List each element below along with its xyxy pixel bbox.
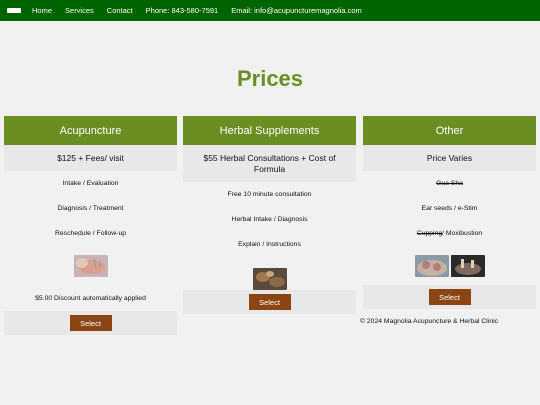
card-footer: Select (363, 285, 536, 309)
gua-sha-label: Gua Sha (436, 180, 463, 187)
card-item: Free 10 minute consultation (227, 191, 312, 198)
card-item: Reschedule / Follow-up (54, 230, 127, 237)
card-price: $125 + Fees/ visit (4, 145, 177, 171)
card-item: Gua Sha (363, 171, 536, 196)
price-card-other: Other Price Varies Gua Sha Ear seeds / e… (363, 116, 536, 309)
card-title: Other (363, 116, 536, 145)
select-button-herbal[interactable]: Select (248, 294, 291, 310)
card-price: $55 Herbal Consultations + Cost of Formu… (183, 145, 356, 182)
top-nav: Home Services Contact Phone: 843-580-759… (0, 0, 540, 21)
price-card-herbal: Herbal Supplements $55 Herbal Consultati… (183, 116, 356, 314)
card-title: Herbal Supplements (183, 116, 356, 145)
card-image-row (363, 246, 536, 285)
nav-phone-link[interactable]: Phone: 843-580-7591 (146, 6, 219, 15)
card-item: Diagnosis / Treatment (57, 205, 124, 212)
card-item: Intake / Evaluation (62, 180, 119, 187)
nav-contact-link[interactable]: Contact (107, 6, 133, 15)
herbs-photo (252, 268, 287, 290)
card-item: Explain / Instructions (238, 241, 301, 248)
nav-email-link[interactable]: Email: info@acupuncturemagnolia.com (231, 6, 362, 15)
menu-icon[interactable] (7, 8, 21, 13)
select-button-acupuncture[interactable]: Select (69, 315, 112, 331)
moxibustion-photo (450, 254, 485, 277)
price-card-acupuncture: Acupuncture $125 + Fees/ visit Intake / … (4, 116, 177, 335)
select-button-other[interactable]: Select (428, 289, 471, 305)
card-title: Acupuncture (4, 116, 177, 145)
card-price: Price Varies (363, 145, 536, 171)
card-item: Herbal Intake / Diagnosis (231, 216, 308, 223)
copyright-text: © 2024 Magnolia Acupuncture & Herbal Cli… (360, 318, 499, 325)
card-footer: Select (4, 311, 177, 335)
page-title: Prices (236, 66, 304, 91)
nav-services-link[interactable]: Services (65, 6, 94, 15)
acupuncture-photo (73, 254, 108, 277)
card-footer: Select (183, 290, 356, 314)
card-image-row (4, 246, 177, 285)
nav-home-link[interactable]: Home (32, 6, 52, 15)
cupping-photo (414, 254, 449, 277)
cupping-label: Cupping (416, 230, 443, 237)
moxibustion-label: / Moxibustion (442, 230, 483, 237)
card-item: Cupping / Moxibustion (363, 221, 536, 246)
card-item: Ear seeds / e-Stim (421, 205, 478, 212)
discount-note: $5.00 Discount automatically applied (35, 294, 146, 302)
card-image-row (183, 257, 356, 290)
